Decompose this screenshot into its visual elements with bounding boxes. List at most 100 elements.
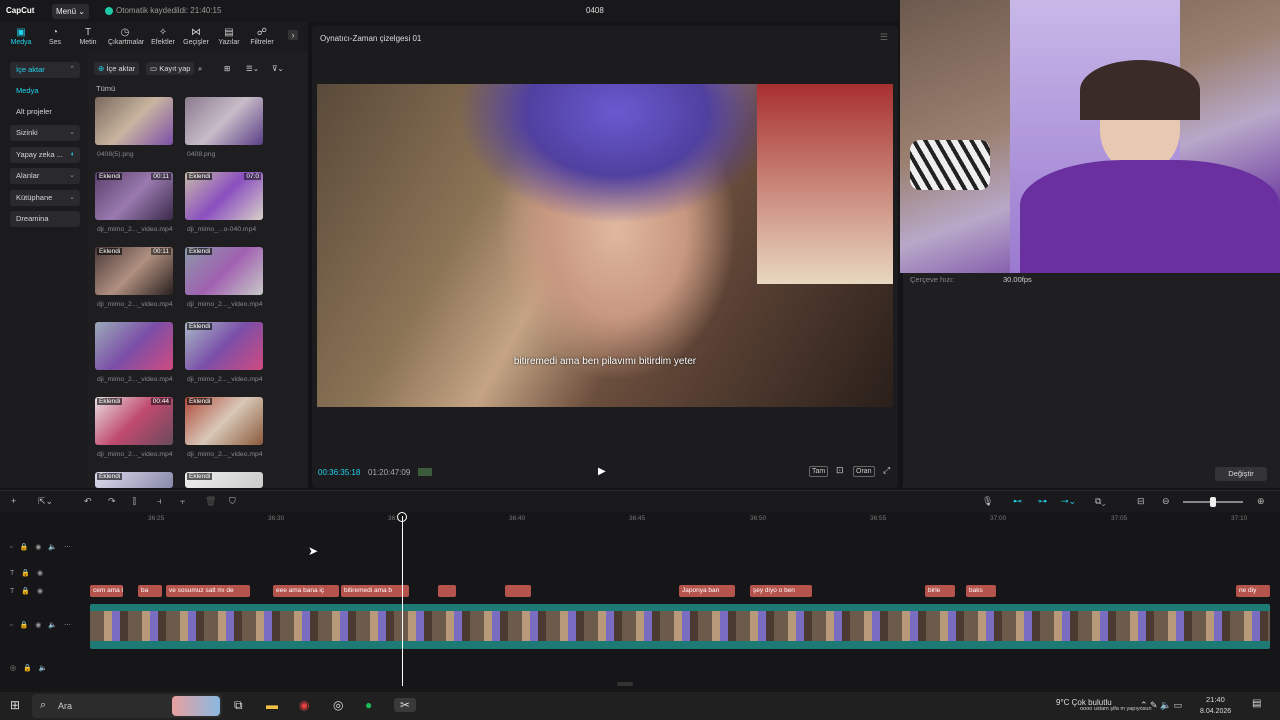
audio-icon[interactable]: 🔈 [48,622,57,629]
tab-stickers[interactable]: ◷ Çıkartmalar [108,26,144,46]
media-thumb[interactable]: Eklendi [95,472,173,488]
preview-axis-icon[interactable]: ⊸⌄ [1061,496,1076,507]
link-icon[interactable]: ⊶ [1038,496,1047,507]
audio-icon[interactable]: 🔈 [48,544,57,551]
tab-filters[interactable]: ☍ Filtreler [245,26,279,46]
grid-view-icon[interactable]: ⊞ [220,62,234,75]
audio-icon[interactable]: 🔈 [39,665,48,672]
lock-icon[interactable]: 🔒 [19,622,28,629]
video-clip[interactable] [90,604,1270,649]
media-thumb[interactable] [95,97,173,145]
search-icon[interactable]: ⌕ [194,62,206,75]
file-explorer-icon[interactable]: ▬ [266,698,278,712]
media-thumb[interactable]: Eklendi [185,397,263,445]
caption-clip[interactable]: birle [925,585,955,597]
select-tool-icon[interactable]: ⇱⌄ [38,496,53,507]
obs-icon[interactable]: ◎ [333,698,343,712]
menu-icon[interactable]: ☰ [880,32,888,43]
media-thumb[interactable]: Eklendi 00:44 [95,397,173,445]
nav-ai[interactable]: Yapay zeka ... ◐ [10,147,80,163]
redo-icon[interactable]: ↷ [108,496,116,507]
task-view-icon[interactable]: ⧉ [234,698,243,713]
media-thumb[interactable]: Eklendi [185,472,263,488]
nav-spaces[interactable]: Alanlar ⌄ [10,168,80,184]
eye-icon[interactable]: ◉ [37,588,43,595]
tab-media[interactable]: ▣ Medya [4,26,38,46]
eye-icon[interactable]: ◉ [35,544,41,551]
video-preview[interactable]: bitiremedi ama ben pilavımı bitirdim yet… [317,84,893,407]
magnet-icon[interactable]: ⊷ [1013,496,1022,507]
nav-library[interactable]: Kütüphane ⌄ [10,190,80,206]
caption-clip[interactable]: ne diy [1236,585,1270,597]
caption-clip[interactable]: cem ama i [90,585,123,597]
trim-left-icon[interactable]: ⫞ [157,496,162,507]
caption-toggle-icon[interactable]: ⊟ [1137,496,1145,507]
play-icon[interactable]: ▶ [598,466,606,477]
playhead[interactable] [402,516,403,686]
lock-icon[interactable]: 🔒 [23,665,32,672]
caption-clip[interactable]: şey diyo o ben [750,585,812,597]
caption-clip[interactable]: ba [138,585,162,597]
nav-yours[interactable]: Sizinki ⌄ [10,125,80,141]
caption-clip[interactable] [505,585,531,597]
trim-right-icon[interactable]: ⫟ [180,496,185,507]
more-icon[interactable]: ⋯ [64,544,71,551]
media-thumb[interactable] [95,322,173,370]
caption-clip[interactable]: ve sosumuz salt mı de [166,585,250,597]
tab-text[interactable]: T Metin [71,26,105,46]
nav-subprojects[interactable]: Alt projeler [10,104,80,120]
fullscreen-icon[interactable]: ⤢ [881,466,892,477]
delete-icon[interactable]: 🗑 [205,496,216,507]
timeline-scrollbar[interactable] [617,682,633,686]
eye-icon[interactable]: ◉ [35,622,41,629]
chrome-icon[interactable]: ◉ [299,698,309,712]
caption-clip[interactable]: baks [966,585,996,597]
nav-import[interactable]: İçe aktar ⌃ [10,62,80,78]
zoom-slider-handle[interactable] [1210,497,1216,507]
media-thumb[interactable]: Eklendi 07:0 [185,172,263,220]
more-icon[interactable]: ⋯ [64,622,71,629]
lock-icon[interactable]: 🔒 [19,544,28,551]
nav-media[interactable]: Medya [10,83,80,99]
tab-effects[interactable]: ✧ Efektler [146,26,180,46]
ratio-button[interactable]: Oran [853,466,875,477]
screenshot-icon[interactable]: ⊡ [834,466,846,477]
filter-icon[interactable]: ⊽⌄ [268,62,288,75]
tab-audio[interactable]: ◔ Ses [38,26,72,46]
microphone-icon[interactable]: 🎙 [982,496,993,507]
caption-clip[interactable]: eee ama bana iç [273,585,339,597]
capcut-icon[interactable]: ✂ [394,698,417,712]
caption-clip[interactable]: bitiremedi ama b [341,585,409,597]
spotify-icon[interactable]: ● [365,698,372,712]
caption-clip[interactable]: Japonya ban [679,585,735,597]
media-thumb[interactable]: Eklendi [185,247,263,295]
lock-icon[interactable]: 🔒 [21,570,30,577]
undo-icon[interactable]: ↶ [84,496,92,507]
tab-captions[interactable]: ▤ Yazılar [212,26,246,46]
media-thumb[interactable]: Eklendi 00:11 [95,172,173,220]
zoom-in-icon[interactable]: ⊕ [1257,496,1265,507]
tray-icons[interactable]: ⌃ ✎ 🔈 ▭ [1140,700,1182,711]
eye-icon[interactable]: ◉ [37,570,43,577]
full-quality-button[interactable]: Tam [809,466,829,477]
sort-icon[interactable]: ☰⌄ [242,62,263,75]
nav-dreamina[interactable]: Dreamina [10,211,80,227]
tab-transitions[interactable]: ⋈ Geçişler [179,26,213,46]
split-icon[interactable]: ⫿ [133,496,136,507]
lock-icon[interactable]: 🔒 [21,588,30,595]
timeline[interactable]: 36:25 36:30 36:35 36:40 36:45 36:50 36:5… [0,512,1280,692]
windows-start-icon[interactable]: ⊞ [10,698,20,712]
add-icon[interactable]: + [11,496,16,506]
zoom-out-icon[interactable]: ⊖ [1162,496,1170,507]
media-thumb[interactable]: Eklendi [185,322,263,370]
record-button[interactable]: ▭ Kayıt yap [146,62,195,75]
media-thumb[interactable] [185,97,263,145]
import-button[interactable]: ⊕ İçe aktar [94,62,140,75]
menu-button[interactable]: Menü ⌄ [52,4,89,19]
shield-icon[interactable]: ⛉ [229,496,236,507]
media-thumb[interactable]: Eklendi 00:11 [95,247,173,295]
caption-clip[interactable] [438,585,456,597]
tabs-scroll-right-icon[interactable]: › [288,30,298,40]
split-screen-icon[interactable]: ⧉⌄ [1095,496,1106,507]
notification-icon[interactable]: ▤ [1252,698,1261,709]
